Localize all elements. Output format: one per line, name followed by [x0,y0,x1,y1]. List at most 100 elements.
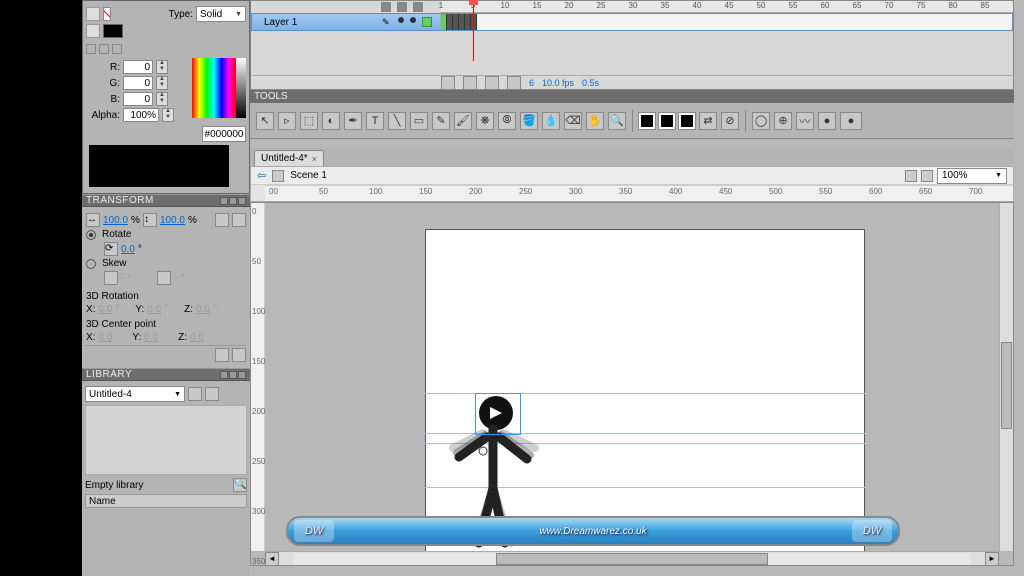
free-transform-tool[interactable]: ⬚ [300,112,318,130]
layer-name[interactable]: Layer 1 [252,17,382,28]
vertical-ruler[interactable]: 050100150200250300350 [251,203,265,551]
no-color-tool-icon[interactable]: ⊘ [721,112,739,130]
eyedropper-tool[interactable]: 💧 [542,112,560,130]
menu-icon[interactable] [229,371,237,379]
reset-scale-icon[interactable] [232,213,246,227]
outline-swatch-icon[interactable] [422,17,432,27]
outline-column-icon[interactable] [413,2,423,12]
scroll-right-icon[interactable]: ► [985,552,999,566]
fill-color-icon[interactable] [86,24,100,38]
close-icon[interactable] [238,371,246,379]
visible-dot-icon[interactable] [398,17,404,23]
stage[interactable] [265,203,999,551]
duplicate-transform-icon[interactable] [215,348,229,362]
scrollbar-thumb[interactable] [1001,342,1012,429]
collapse-icon[interactable] [220,371,228,379]
text-tool[interactable]: T [366,112,384,130]
timeline-layer[interactable]: Layer 1 ✎ [251,13,1013,31]
color-picker-lightness[interactable] [236,58,246,118]
snap-icon[interactable]: ⊕ [774,112,792,130]
no-color-icon[interactable] [112,44,122,54]
selection-tool[interactable]: ↖ [256,112,274,130]
scale-h-value[interactable]: 100.0 [160,215,185,226]
constrain-icon[interactable] [215,213,229,227]
black-swatch[interactable] [679,113,695,129]
new-library-icon[interactable] [205,387,219,401]
r-spinner[interactable]: ▲▼ [156,60,168,74]
library-column-name[interactable]: Name [85,494,247,508]
horizontal-ruler[interactable]: 0050100150200250300350400450500550600650… [265,185,1013,201]
zoom-select[interactable]: 100% [937,168,1007,184]
center3d-x[interactable]: 0.0 [98,332,112,343]
deco-tool[interactable]: ❋ [476,112,494,130]
zoom-tool[interactable]: 🔍 [608,112,626,130]
hand-tool[interactable]: ✋ [586,112,604,130]
bone-tool[interactable]: ⦾ [498,112,516,130]
lock-dot-icon[interactable] [410,17,416,23]
fill-type-select[interactable]: Solid [196,6,246,22]
document-tab[interactable]: Untitled-4* × [254,150,324,166]
fill-swatch[interactable] [103,24,123,38]
alpha-input[interactable] [123,108,159,122]
pin-library-icon[interactable] [188,387,202,401]
r-input[interactable] [123,60,153,74]
rectangle-tool[interactable]: ▭ [410,112,428,130]
edit-layer-icon[interactable]: ✎ [382,17,392,27]
hex-input[interactable]: #000000 [202,126,246,142]
rot3d-z[interactable]: 0.0 [196,304,210,315]
skew-h-value[interactable]: - [121,273,124,284]
modify-onion-markers-icon[interactable] [507,76,521,90]
collapse-icon[interactable] [220,197,228,205]
search-icon[interactable]: 🔍 [233,478,247,492]
scene-name[interactable]: Scene 1 [290,170,327,181]
line-tool[interactable]: ╲ [388,112,406,130]
menu-icon[interactable] [229,197,237,205]
lock-column-icon[interactable] [397,2,407,12]
eraser-tool[interactable]: ⌫ [564,112,582,130]
timeline-frames[interactable] [440,14,1012,30]
skew-v-value[interactable]: - [174,273,177,284]
remove-transform-icon[interactable] [232,348,246,362]
rotate-radio[interactable] [86,230,96,240]
onion-skin-outline-icon[interactable] [463,76,477,90]
object-drawing-icon[interactable]: ◯ [752,112,770,130]
swap-colors-icon[interactable] [86,44,96,54]
skew-radio[interactable] [86,259,96,269]
rotate-value[interactable]: 0.0 [121,244,135,255]
stroke-swatch[interactable] [639,113,655,129]
swap-colors-tool-icon[interactable]: ⇄ [699,112,717,130]
lasso-tool[interactable]: ◐ [322,112,340,130]
scrollbar-thumb[interactable] [496,553,767,565]
default-colors-icon[interactable] [99,44,109,54]
transform-panel-header[interactable]: TRANSFORM [82,194,250,207]
rot3d-y[interactable]: 0.0 [147,304,161,315]
vertical-scrollbar[interactable] [999,203,1013,551]
rot3d-x[interactable]: 0.0 [98,304,112,315]
brush-size-icon[interactable]: ● [818,112,836,130]
color-picker-gradient[interactable] [192,58,236,118]
b-input[interactable] [123,92,153,106]
smooth-icon[interactable]: 〰 [796,112,814,130]
stroke-color-icon[interactable] [86,7,100,21]
edit-symbols-icon[interactable] [921,170,933,182]
edit-scene-icon[interactable] [905,170,917,182]
b-spinner[interactable]: ▲▼ [156,92,168,106]
close-icon[interactable] [238,197,246,205]
library-doc-select[interactable]: Untitled-4 [85,386,185,402]
subselection-tool[interactable]: ▹ [278,112,296,130]
edit-multiple-frames-icon[interactable] [485,76,499,90]
g-spinner[interactable]: ▲▼ [156,76,168,90]
back-icon[interactable]: ⇦ [257,169,266,182]
g-input[interactable] [123,76,153,90]
pencil-tool[interactable]: ✎ [432,112,450,130]
alpha-spinner[interactable]: ▲▼ [162,108,174,122]
horizontal-scrollbar[interactable]: ◄ ► [265,551,999,565]
eye-column-icon[interactable] [381,2,391,12]
paint-bucket-tool[interactable]: 🪣 [520,112,538,130]
scroll-left-icon[interactable]: ◄ [265,552,279,566]
timeline-ruler[interactable]: 1510152025303540455055606570758085 [441,1,1013,13]
library-panel-header[interactable]: LIBRARY [82,368,250,381]
brush-shape-icon[interactable]: ● [840,112,862,130]
playhead[interactable] [473,1,474,61]
fill-swatch[interactable] [659,113,675,129]
